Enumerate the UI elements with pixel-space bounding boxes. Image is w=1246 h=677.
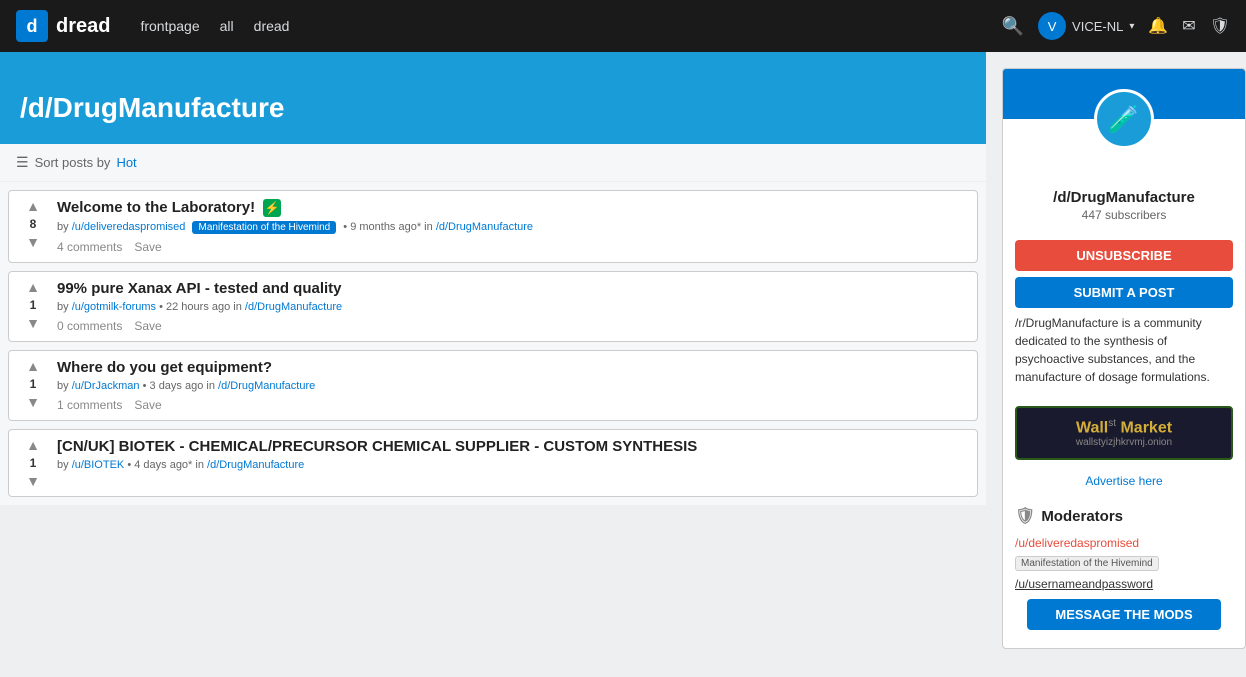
vote-column: ▲ 8 ▼ bbox=[17, 199, 49, 254]
shield-icon[interactable]: 🛡 bbox=[1210, 16, 1230, 36]
user-menu[interactable]: V VICE-NL ▾ bbox=[1038, 12, 1134, 40]
moderators-section: 🛡 Moderators /u/deliveredaspromised Mani… bbox=[1003, 494, 1245, 648]
subreddit-link[interactable]: /d/DrugManufacture bbox=[218, 380, 315, 392]
save-button[interactable]: Save bbox=[134, 398, 161, 412]
post-card: ▲ 1 ▼ Where do you get equipment? by /u/… bbox=[8, 350, 978, 421]
unsubscribe-button[interactable]: UNSUBSCRIBE bbox=[1015, 240, 1233, 271]
post-title[interactable]: Welcome to the Laboratory! ⚡ bbox=[57, 199, 969, 217]
search-button[interactable]: 🔍 bbox=[1002, 16, 1024, 37]
upvote-button[interactable]: ▲ bbox=[26, 438, 40, 452]
navbar: d dread frontpage all dread 🔍 V VICE-NL … bbox=[0, 0, 1246, 52]
post-meta: by /u/BIOTEK • 4 days ago* in /d/DrugMan… bbox=[57, 459, 969, 471]
upvote-button[interactable]: ▲ bbox=[26, 280, 40, 294]
posts-container: ▲ 8 ▼ Welcome to the Laboratory! ⚡ by /u… bbox=[0, 182, 986, 505]
save-button[interactable]: Save bbox=[134, 319, 161, 333]
subreddit-link[interactable]: /d/DrugManufacture bbox=[245, 301, 342, 313]
shield-icon: 🛡 bbox=[1015, 506, 1035, 526]
page-wrapper: /d/DrugManufacture ☰ Sort posts by Hot ▲… bbox=[0, 52, 1246, 677]
comments-link[interactable]: 4 comments bbox=[57, 240, 122, 254]
downvote-button[interactable]: ▼ bbox=[26, 235, 40, 249]
submit-post-button[interactable]: SUBMIT A POST bbox=[1015, 277, 1233, 308]
ad-superscript: st bbox=[1108, 418, 1116, 429]
post-meta: by /u/DrJackman • 3 days ago in /d/DrugM… bbox=[57, 380, 969, 392]
post-meta: by /u/deliveredaspromised Manifestation … bbox=[57, 221, 969, 234]
title-badge: ⚡ bbox=[263, 199, 281, 217]
message-mods-button[interactable]: MESSAGE THE MODS bbox=[1027, 599, 1221, 630]
logo-icon: d bbox=[16, 10, 48, 42]
vote-count: 1 bbox=[30, 298, 37, 312]
community-name: /d/DrugManufacture bbox=[1015, 189, 1233, 206]
community-avatar-icon: 🧪 bbox=[1108, 104, 1140, 135]
nav-frontpage[interactable]: frontpage bbox=[140, 18, 199, 34]
downvote-button[interactable]: ▼ bbox=[26, 316, 40, 330]
post-content: Where do you get equipment? by /u/DrJack… bbox=[57, 359, 969, 412]
main-content: /d/DrugManufacture ☰ Sort posts by Hot ▲… bbox=[0, 52, 986, 677]
avatar: V bbox=[1038, 12, 1066, 40]
post-title[interactable]: [CN/UK] BIOTEK - CHEMICAL/PRECURSOR CHEM… bbox=[57, 438, 969, 455]
sort-bar: ☰ Sort posts by Hot bbox=[0, 144, 986, 182]
sidebar: 🧪 /d/DrugManufacture 447 subscribers UNS… bbox=[986, 52, 1246, 677]
post-content: [CN/UK] BIOTEK - CHEMICAL/PRECURSOR CHEM… bbox=[57, 438, 969, 488]
comments-link[interactable]: 1 comments bbox=[57, 398, 122, 412]
post-card: ▲ 8 ▼ Welcome to the Laboratory! ⚡ by /u… bbox=[8, 190, 978, 263]
post-title[interactable]: 99% pure Xanax API - tested and quality bbox=[57, 280, 969, 297]
post-card: ▲ 1 ▼ [CN/UK] BIOTEK - CHEMICAL/PRECURSO… bbox=[8, 429, 978, 497]
post-actions: 4 comments Save bbox=[57, 240, 969, 254]
vote-count: 1 bbox=[30, 377, 37, 391]
subscriber-count: 447 subscribers bbox=[1015, 208, 1233, 222]
nav-links: frontpage all dread bbox=[140, 18, 289, 34]
post-content: 99% pure Xanax API - tested and quality … bbox=[57, 280, 969, 333]
community-info: /d/DrugManufacture 447 subscribers bbox=[1003, 149, 1245, 234]
post-card: ▲ 1 ▼ 99% pure Xanax API - tested and qu… bbox=[8, 271, 978, 342]
subreddit-link[interactable]: /d/DrugManufacture bbox=[207, 459, 304, 471]
logo-text: dread bbox=[56, 15, 110, 38]
post-title[interactable]: Where do you get equipment? bbox=[57, 359, 969, 376]
vote-count: 8 bbox=[30, 217, 37, 231]
subreddit-banner: /d/DrugManufacture bbox=[0, 52, 986, 144]
mod-flair-1: Manifestation of the Hivemind bbox=[1015, 556, 1159, 571]
nav-all[interactable]: all bbox=[220, 18, 234, 34]
community-card: 🧪 /d/DrugManufacture 447 subscribers UNS… bbox=[1002, 68, 1246, 649]
mod-link-2[interactable]: /u/usernameandpassword bbox=[1015, 577, 1233, 591]
comments-link[interactable]: 0 comments bbox=[57, 319, 122, 333]
chevron-down-icon: ▾ bbox=[1129, 21, 1134, 32]
save-button[interactable]: Save bbox=[134, 240, 161, 254]
community-avatar: 🧪 bbox=[1094, 89, 1154, 149]
upvote-button[interactable]: ▲ bbox=[26, 199, 40, 213]
vote-count: 1 bbox=[30, 456, 37, 470]
navbar-right: 🔍 V VICE-NL ▾ 🔔 ✉ 🛡 bbox=[1002, 12, 1230, 40]
username-label: VICE-NL bbox=[1072, 19, 1123, 34]
sort-hot[interactable]: Hot bbox=[116, 155, 136, 170]
moderators-title: 🛡 Moderators bbox=[1015, 506, 1233, 526]
post-actions: 1 comments Save bbox=[57, 398, 969, 412]
post-content: Welcome to the Laboratory! ⚡ by /u/deliv… bbox=[57, 199, 969, 254]
community-description: /r/DrugManufacture is a community dedica… bbox=[1003, 314, 1245, 398]
downvote-button[interactable]: ▼ bbox=[26, 395, 40, 409]
ad-banner: Wallst Market wallstyizjhkrvmj.onion bbox=[1015, 406, 1233, 460]
subreddit-link[interactable]: /d/DrugManufacture bbox=[436, 221, 533, 233]
mod-link-1[interactable]: /u/deliveredaspromised bbox=[1015, 536, 1233, 550]
nav-dread[interactable]: dread bbox=[254, 18, 290, 34]
author-link[interactable]: /u/deliveredaspromised bbox=[72, 221, 186, 233]
site-logo[interactable]: d dread bbox=[16, 10, 110, 42]
sort-icon: ☰ bbox=[16, 154, 29, 171]
mail-icon[interactable]: ✉ bbox=[1182, 16, 1195, 36]
author-link[interactable]: /u/DrJackman bbox=[72, 380, 140, 392]
post-actions: 0 comments Save bbox=[57, 319, 969, 333]
author-link[interactable]: /u/BIOTEK bbox=[72, 459, 125, 471]
ad-title: Wallst Market bbox=[1029, 418, 1219, 437]
advertise-link[interactable]: Advertise here bbox=[1003, 468, 1245, 494]
upvote-button[interactable]: ▲ bbox=[26, 359, 40, 373]
flair-badge: Manifestation of the Hivemind bbox=[192, 221, 336, 234]
post-meta: by /u/gotmilk-forums • 22 hours ago in /… bbox=[57, 301, 969, 313]
vote-column: ▲ 1 ▼ bbox=[17, 280, 49, 333]
vote-column: ▲ 1 ▼ bbox=[17, 359, 49, 412]
subreddit-title: /d/DrugManufacture bbox=[20, 92, 966, 124]
author-link[interactable]: /u/gotmilk-forums bbox=[72, 301, 156, 313]
sort-label: Sort posts by bbox=[35, 155, 111, 170]
notifications-icon[interactable]: 🔔 bbox=[1148, 16, 1168, 36]
ad-url: wallstyizjhkrvmj.onion bbox=[1029, 437, 1219, 448]
downvote-button[interactable]: ▼ bbox=[26, 474, 40, 488]
vote-column: ▲ 1 ▼ bbox=[17, 438, 49, 488]
